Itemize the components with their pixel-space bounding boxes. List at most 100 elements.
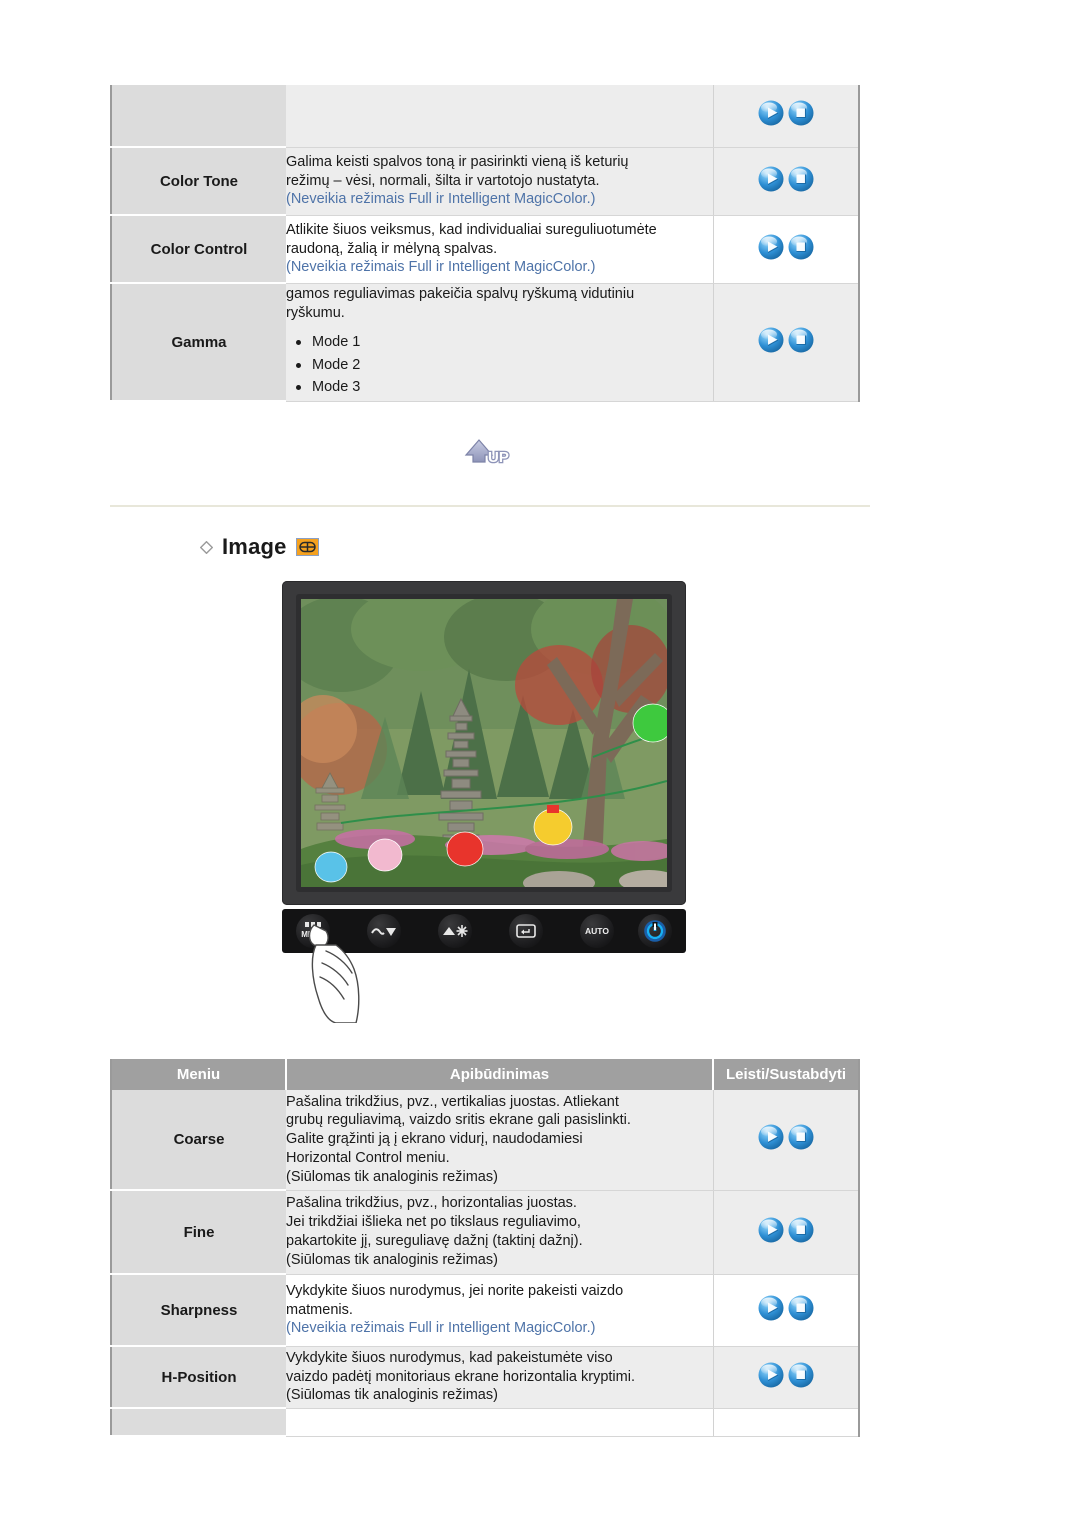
menu-button[interactable]: MENU [296,914,330,948]
description-cell [286,85,713,148]
description-line: matmenis. [286,1301,353,1318]
play-stop-buttons [756,1123,816,1151]
play-button-1[interactable] [757,1216,785,1244]
description-cell: Vykdykite šiuos nurodymus, jei norite pa… [286,1274,713,1347]
table-row: Color Tone Galima keisti spalvos toną ir … [111,147,859,216]
play-stop-buttons [756,1294,816,1322]
play-stop-cell [712,1408,859,1437]
description-line: vaizdo padėtį monitoriaus ekrane horizon… [286,1368,635,1385]
description-line: Jei trikdžiai išlieka net po tikslaus re… [286,1214,581,1231]
play-button-2[interactable] [757,1294,785,1322]
play-stop-buttons [756,1216,816,1244]
description-line: (Siūlomas tik analoginis režimas) [286,1169,498,1186]
description-line: Pašalina trikdžius, pvz., vertikalias ju… [286,1093,619,1110]
table-row [111,1408,859,1437]
menu-name-cell [111,1408,286,1437]
garden-photo [301,599,667,887]
description-line: (Siūlomas tik analoginis režimas) [286,1387,498,1404]
down-volume-button[interactable] [367,914,401,948]
play-stop-cell [712,85,859,148]
play-stop-cell [712,147,859,216]
play-stop-cell [712,215,859,284]
table-row: Color Control Atlikite šiuos veiksmus, ka… [111,215,859,284]
column-header: Meniu [111,1057,287,1090]
play-button-2[interactable] [757,233,785,261]
play-stop-buttons [756,165,816,193]
description-cell: Galima keisti spalvos toną ir pasirinkti… [286,147,713,216]
stop-button-0[interactable] [787,1123,815,1151]
table-row: Sharpness Vykdykite šiuos nurodymus, jei … [111,1274,859,1347]
menu-name-cell: Coarse [111,1090,286,1191]
play-stop-cell [712,283,859,402]
description-cell [286,1408,713,1437]
table-row: Coarse Pašalina trikdžius, pvz., vertikal… [111,1090,859,1191]
mode-restriction-note: (Neveikia režimais Full ir Intelligent M… [286,259,596,276]
play-stop-buttons [756,326,816,354]
description-line: Galite grąžinti ją į ekrano vidurį, naud… [286,1131,583,1148]
stop-button-2[interactable] [787,233,815,261]
menu-name-cell [111,85,286,148]
list-item: Mode 1 [286,331,713,353]
menu-name-cell: Fine [111,1190,286,1275]
monitor-control-panel: MENU AUTO [282,909,686,953]
monitor-body [282,581,686,905]
page-title: Image [222,534,287,559]
stop-button-2[interactable] [787,1294,815,1322]
description-line: (Siūlomas tik analoginis režimas) [286,1251,498,1268]
play-button-3[interactable] [757,326,785,354]
stop-button-3[interactable] [787,326,815,354]
section-divider [110,505,870,507]
list-item: Mode 3 [286,376,713,398]
menu-name-cell: Gamma [111,283,286,402]
description-cell: Pašalina trikdžius, pvz., horizontalias … [286,1190,713,1275]
play-stop-buttons [756,233,816,261]
description-cell: Pašalina trikdžius, pvz., vertikalias ju… [286,1090,713,1191]
stop-button-1[interactable] [787,165,815,193]
image-settings-table: Meniu Apibūdinimas Leisti/Sustabdyti Coars… [110,1057,860,1437]
play-button-0[interactable] [757,1123,785,1151]
auto-button[interactable]: AUTO [580,914,614,948]
svg-text:MENU: MENU [301,930,325,939]
image-osd-icon [295,538,319,556]
description-line: Atlikite šiuos veiksmus, kad individuali… [286,221,657,238]
play-stop-buttons [756,1361,816,1389]
mode-restriction-note: (Neveikia režimais Full ir Intelligent M… [286,191,596,208]
play-button-3[interactable] [757,1361,785,1389]
column-header: Apibūdinimas [286,1057,714,1090]
description-line: raudoną, žalią ir mėlyną spalvas. [286,240,498,257]
stop-button-0[interactable] [787,99,815,127]
description-line: gamos reguliavimas pakeičia spalvų ryšku… [286,286,635,303]
mode-list: Mode 1 Mode 2 Mode 3 [286,331,713,398]
table-row: Gamma gamos reguliavimas pakeičia spalvų … [111,283,859,402]
up-button[interactable]: UP [462,434,518,468]
play-button-1[interactable] [757,165,785,193]
color-settings-table: Color Tone Galima keisti spalvos toną ir … [110,85,860,402]
list-item: Mode 2 [286,354,713,376]
power-button[interactable] [638,914,672,948]
stop-button-3[interactable] [787,1361,815,1389]
description-cell: gamos reguliavimas pakeičia spalvų ryšku… [286,283,713,402]
play-button-0[interactable] [757,99,785,127]
description-line: Galima keisti spalvos toną ir pasirinkti… [286,153,629,170]
table-row [111,85,859,148]
up-button-label: UP [488,449,509,466]
enter-source-button[interactable] [509,914,543,948]
description-line: režimų – vėsi, normali, šilta ir vartoto… [286,172,600,189]
monitor-illustration: MENU AUTO [282,581,686,1024]
description-line: Horizontal Control meniu. [286,1150,450,1167]
menu-name-cell: Color Control [111,215,286,284]
menu-name-cell: Color Tone [111,147,286,216]
play-stop-cell [712,1346,859,1409]
menu-name-cell: Sharpness [111,1274,286,1347]
up-brightness-button[interactable] [438,914,472,948]
stop-button-1[interactable] [787,1216,815,1244]
monitor-screen [301,599,667,887]
mode-restriction-note: (Neveikia režimais Full ir Intelligent M… [286,1320,596,1337]
table-row: H-Position Vykdykite šiuos nurodymus, kad… [111,1346,859,1409]
description-line: Pašalina trikdžius, pvz., horizontalias … [286,1195,577,1212]
table-header-row: Meniu Apibūdinimas Leisti/Sustabdyti [111,1057,859,1090]
description-cell: Vykdykite šiuos nurodymus, kad pakeistum… [286,1346,713,1409]
description-line: Vykdykite šiuos nurodymus, kad pakeistum… [286,1349,613,1366]
description-line: grubų reguliavimą, vaizdo sritis ekrane … [286,1112,631,1129]
description-line: Vykdykite šiuos nurodymus, jei norite pa… [286,1282,624,1299]
